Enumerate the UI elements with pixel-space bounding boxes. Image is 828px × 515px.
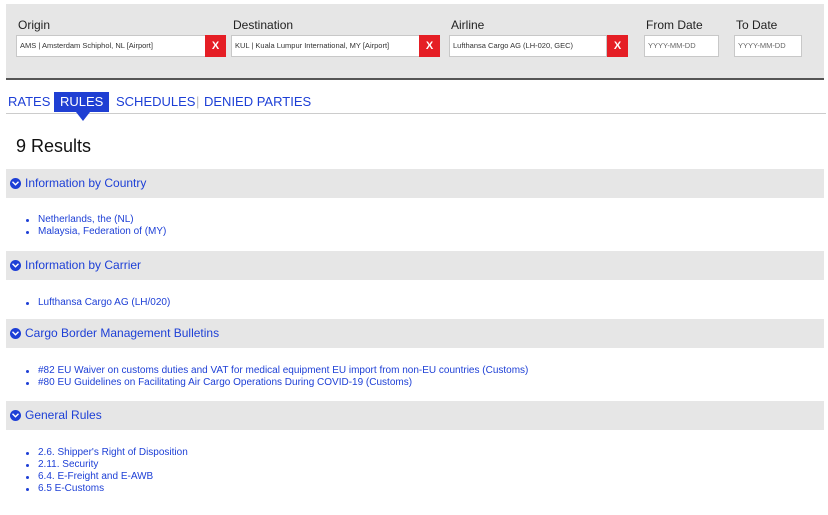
list-item[interactable]: 6.4. E-Freight and E-AWB bbox=[24, 471, 188, 483]
destination-label: Destination bbox=[233, 18, 294, 32]
general-rules-list: 2.6. Shipper's Right of Disposition 2.11… bbox=[24, 447, 188, 495]
section-header-general-rules[interactable]: General Rules bbox=[6, 401, 824, 430]
tab-separator: | bbox=[196, 94, 200, 109]
tab-schedules[interactable]: SCHEDULES bbox=[116, 92, 195, 112]
active-tab-indicator bbox=[76, 112, 90, 121]
carrier-list: Lufthansa Cargo AG (LH/020) bbox=[24, 297, 170, 309]
chevron-down-icon bbox=[10, 410, 21, 421]
list-item[interactable]: 6.5 E-Customs bbox=[24, 483, 188, 495]
to-date-input[interactable]: YYYY-MM-DD bbox=[734, 35, 802, 57]
section-header-country[interactable]: Information by Country bbox=[6, 169, 824, 198]
chevron-down-icon bbox=[10, 178, 21, 189]
origin-clear-button[interactable]: X bbox=[205, 35, 226, 57]
tab-rules[interactable]: RULES bbox=[54, 92, 110, 112]
search-panel: Origin AMS | Amsterdam Schiphol, NL [Air… bbox=[6, 4, 824, 80]
results-count: 9 Results bbox=[16, 136, 92, 156]
section-header-carrier[interactable]: Information by Carrier bbox=[6, 251, 824, 280]
list-item[interactable]: Netherlands, the (NL) bbox=[24, 214, 166, 226]
country-list: Netherlands, the (NL) Malaysia, Federati… bbox=[24, 214, 166, 238]
chevron-down-icon bbox=[10, 260, 21, 271]
tab-bar: RATES RULES SCHEDULES | DENIED PARTIES bbox=[6, 92, 826, 121]
list-item[interactable]: #82 EU Waiver on customs duties and VAT … bbox=[24, 365, 528, 377]
airline-input[interactable]: Lufthansa Cargo AG (LH-020, GEC) bbox=[449, 35, 607, 57]
airline-label: Airline bbox=[451, 18, 485, 32]
from-date-input[interactable]: YYYY-MM-DD bbox=[644, 35, 719, 57]
airline-clear-button[interactable]: X bbox=[607, 35, 628, 57]
section-title: Information by Carrier bbox=[25, 258, 142, 272]
origin-label: Origin bbox=[18, 18, 51, 32]
section-title: Cargo Border Management Bulletins bbox=[25, 326, 220, 340]
list-item[interactable]: Malaysia, Federation of (MY) bbox=[24, 226, 166, 238]
destination-clear-button[interactable]: X bbox=[419, 35, 440, 57]
section-header-bulletins[interactable]: Cargo Border Management Bulletins bbox=[6, 319, 824, 348]
list-item[interactable]: 2.6. Shipper's Right of Disposition bbox=[24, 447, 188, 459]
tab-denied-parties[interactable]: DENIED PARTIES bbox=[204, 92, 311, 112]
chevron-down-icon bbox=[10, 328, 21, 339]
list-item[interactable]: #80 EU Guidelines on Facilitating Air Ca… bbox=[24, 377, 528, 389]
list-item[interactable]: Lufthansa Cargo AG (LH/020) bbox=[24, 297, 170, 309]
bulletins-list: #82 EU Waiver on customs duties and VAT … bbox=[24, 365, 528, 389]
from-date-label: From Date bbox=[646, 18, 703, 32]
section-title: Information by Country bbox=[25, 176, 147, 190]
list-item[interactable]: 2.11. Security bbox=[24, 459, 188, 471]
to-date-label: To Date bbox=[736, 18, 778, 32]
origin-input[interactable]: AMS | Amsterdam Schiphol, NL [Airport] bbox=[16, 35, 206, 57]
section-title: General Rules bbox=[25, 408, 102, 422]
destination-input[interactable]: KUL | Kuala Lumpur International, MY [Ai… bbox=[231, 35, 420, 57]
tab-rates[interactable]: RATES bbox=[8, 92, 50, 112]
